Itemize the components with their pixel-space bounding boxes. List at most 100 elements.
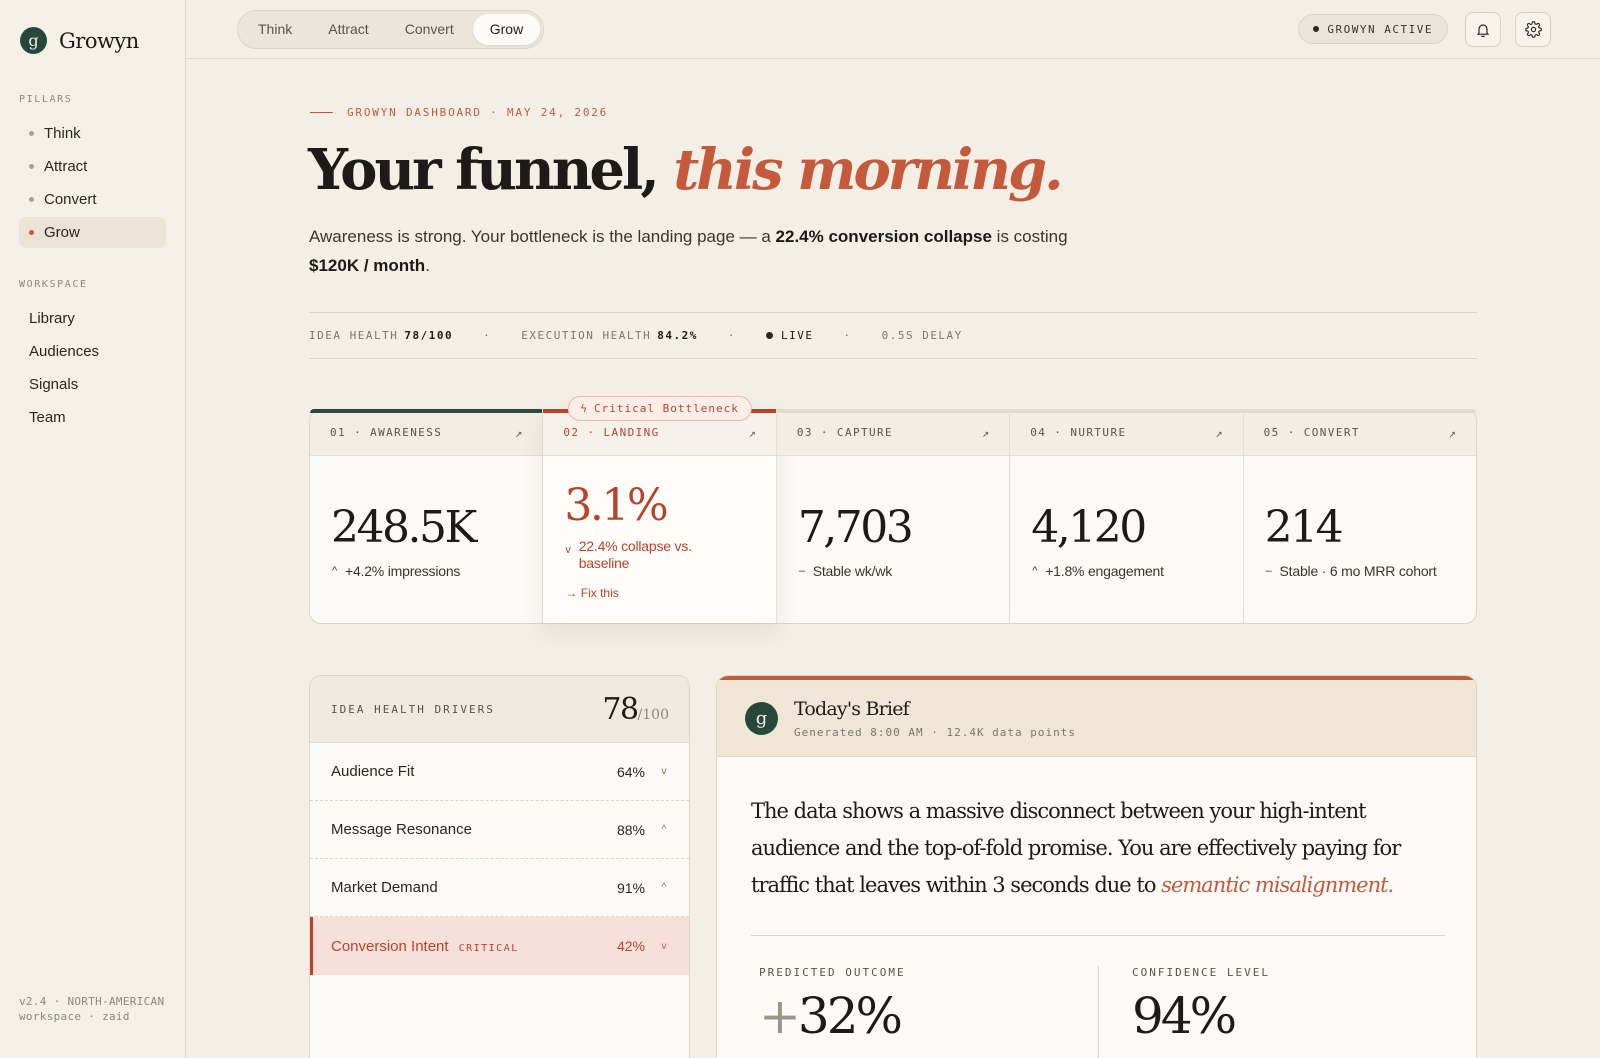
- stage-label: 03 · CAPTURE: [796, 426, 894, 439]
- gear-icon: [1524, 21, 1542, 38]
- execution-health-value: 84.2%: [657, 329, 698, 342]
- execution-health-label: EXECUTION HEALTH: [521, 329, 652, 342]
- arrow-up-right-icon[interactable]: ↗: [515, 426, 522, 440]
- idea-health-drivers-panel: IDEA HEALTH DRIVERS 78/100 Audience Fit …: [309, 675, 690, 1058]
- driver-label-group: Conversion Intent CRITICAL: [331, 938, 519, 955]
- brand[interactable]: g Growyn: [20, 27, 139, 54]
- chevron-down-icon: v: [565, 544, 571, 556]
- stage-header: 05 · CONVERT ↗: [1243, 410, 1477, 456]
- funnel-stages: 01 · AWARENESS ↗ 248.5K ^ +4.2% impressi…: [309, 396, 1477, 624]
- stage-delta-text: +1.8% engagement: [1045, 563, 1164, 579]
- bell-icon: [1476, 23, 1490, 37]
- metric-prefix: +: [759, 987, 801, 1045]
- driver-label: Message Resonance: [331, 821, 472, 838]
- drivers-score-max: /100: [637, 706, 669, 723]
- settings-button[interactable]: [1515, 12, 1551, 47]
- sidebar-item-label: Library: [29, 310, 75, 327]
- tab-think[interactable]: Think: [241, 14, 309, 45]
- sidebar-item-think[interactable]: Think: [19, 118, 166, 149]
- sidebar-item-signals[interactable]: Signals: [19, 369, 166, 400]
- stage-label: 05 · CONVERT: [1263, 426, 1360, 439]
- sidebar-item-audiences[interactable]: Audiences: [19, 336, 166, 367]
- summary-highlight: $120K / month: [309, 256, 426, 275]
- bullet-icon: [29, 230, 34, 235]
- driver-row-market-demand[interactable]: Market Demand 91% ^: [310, 859, 689, 917]
- sidebar-item-label: Grow: [44, 224, 80, 241]
- driver-row-conversion-intent[interactable]: Conversion Intent CRITICAL 42% v: [310, 917, 689, 975]
- live-label: LIVE: [780, 329, 814, 342]
- stage-card-capture[interactable]: 03 · CAPTURE ↗ 7,703 – Stable wk/wk: [776, 409, 1011, 623]
- driver-label: Market Demand: [331, 879, 438, 896]
- title-plain: Your funnel,: [308, 137, 660, 203]
- driver-value-group: 88% ^: [617, 822, 669, 838]
- arrow-up-right-icon[interactable]: ↗: [982, 426, 989, 440]
- driver-value: 42%: [616, 938, 645, 954]
- chevron-up-icon[interactable]: ^: [659, 882, 669, 893]
- sidebar-item-label: Audiences: [29, 343, 100, 360]
- sidebar-item-convert[interactable]: Convert: [19, 184, 166, 215]
- driver-row-message-resonance[interactable]: Message Resonance 88% ^: [310, 801, 689, 859]
- eyebrow-text: GROWYN DASHBOARD · MAY 24, 2026: [347, 106, 609, 119]
- sidebar-item-grow[interactable]: Grow: [19, 217, 166, 248]
- chevron-up-icon[interactable]: ^: [659, 824, 669, 835]
- tab-convert[interactable]: Convert: [388, 14, 471, 45]
- bolt-icon: ϟ: [580, 402, 588, 415]
- driver-value-group: 42% v: [617, 938, 669, 954]
- metric-number: 32%: [797, 987, 903, 1045]
- summary-text: .: [425, 256, 430, 275]
- sidebar-item-label: Team: [29, 409, 66, 426]
- arrow-up-right-icon[interactable]: ↗: [1215, 426, 1222, 440]
- stage-label: 01 · AWARENESS: [330, 426, 443, 439]
- chevron-up-icon: ^: [1032, 565, 1038, 577]
- stage-header: 04 · NURTURE ↗: [1010, 410, 1243, 456]
- pillar-tabs: Think Attract Convert Grow: [237, 10, 545, 49]
- stage-card-convert[interactable]: 05 · CONVERT ↗ 214 – Stable · 6 mo MRR c…: [1243, 409, 1477, 623]
- arrow-up-right-icon[interactable]: ↗: [1449, 426, 1456, 440]
- summary-text: Awareness is strong. Your bottleneck is …: [309, 227, 776, 246]
- drivers-score-value: 78: [602, 691, 639, 727]
- status-dot-icon: [1313, 26, 1320, 32]
- sidebar-item-label: Signals: [29, 376, 79, 393]
- chevron-down-icon[interactable]: v: [659, 766, 669, 777]
- bullet-icon: [29, 131, 34, 136]
- sidebar-item-team[interactable]: Team: [19, 402, 166, 433]
- metric-label: PREDICTED OUTCOME: [759, 966, 906, 979]
- driver-value-group: 91% ^: [617, 880, 669, 896]
- hero-summary: Awareness is strong. Your bottleneck is …: [309, 222, 1109, 280]
- stage-delta: – Stable wk/wk: [799, 563, 892, 579]
- stage-bar: [1243, 409, 1477, 413]
- tab-grow[interactable]: Grow: [472, 14, 541, 45]
- stage-bar: [1010, 409, 1243, 413]
- divider: [751, 935, 1445, 936]
- confidence-level-metric: CONFIDENCE LEVEL 94%: [1132, 966, 1270, 1045]
- dash-icon: –: [798, 565, 805, 577]
- stage-card-landing[interactable]: ϟ Critical Bottleneck 02 · LANDING ↗ 3.1…: [543, 396, 777, 623]
- critical-bottleneck-badge: ϟ Critical Bottleneck: [567, 396, 752, 421]
- brief-title: Today's Brief: [794, 697, 910, 720]
- stage-label: 04 · NURTURE: [1030, 426, 1127, 439]
- stage-bar: [310, 409, 543, 413]
- driver-label: Conversion Intent: [331, 937, 449, 955]
- stage-card-awareness[interactable]: 01 · AWARENESS ↗ 248.5K ^ +4.2% impressi…: [310, 409, 544, 623]
- driver-row-audience-fit[interactable]: Audience Fit 64% v: [310, 743, 689, 801]
- sidebar-item-label: Attract: [44, 158, 88, 175]
- dashboard-eyebrow: GROWYN DASHBOARD · MAY 24, 2026: [310, 106, 608, 119]
- stage-delta: ^ +4.2% impressions: [332, 563, 460, 579]
- pillars-section-title: PILLARS: [19, 94, 73, 105]
- separator: ·: [843, 329, 852, 342]
- summary-text: is costing: [991, 227, 1068, 246]
- brief-header: g Today's Brief Generated 8:00 AM · 12.4…: [717, 680, 1476, 757]
- stage-delta-text: Stable wk/wk: [812, 563, 893, 579]
- idea-health-value: 78/100: [404, 329, 454, 342]
- brief-body: The data shows a massive disconnect betw…: [751, 793, 1451, 904]
- sidebar-item-attract[interactable]: Attract: [19, 151, 166, 182]
- chevron-down-icon[interactable]: v: [659, 941, 669, 952]
- notifications-button[interactable]: [1465, 12, 1501, 47]
- sidebar-item-library[interactable]: Library: [19, 303, 166, 334]
- tab-attract[interactable]: Attract: [311, 14, 385, 45]
- brief-meta: Generated 8:00 AM · 12.4K data points: [794, 725, 1077, 739]
- stage-card-nurture[interactable]: 04 · NURTURE ↗ 4,120 ^ +1.8% engagement: [1010, 409, 1244, 623]
- fix-this-link[interactable]: → Fix this: [565, 586, 618, 600]
- arrow-up-right-icon[interactable]: ↗: [749, 426, 756, 440]
- stage-bar: [776, 409, 1010, 413]
